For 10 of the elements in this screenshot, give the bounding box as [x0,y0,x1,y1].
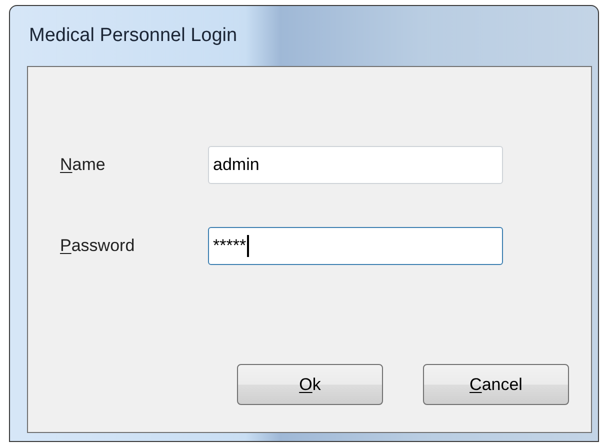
dialog-button[interactable]: Ok [237,364,383,405]
input-field[interactable]: admin [208,146,503,184]
input-field[interactable]: ***** [208,227,503,265]
field-value: admin [213,154,260,176]
field-label: Name [60,154,106,176]
window-title: Medical Personnel Login [28,24,238,48]
field-label: Password [60,235,136,258]
text-caret-icon [247,235,250,257]
field-value: ***** [213,235,246,258]
dialog-button[interactable]: Cancel [423,364,569,405]
